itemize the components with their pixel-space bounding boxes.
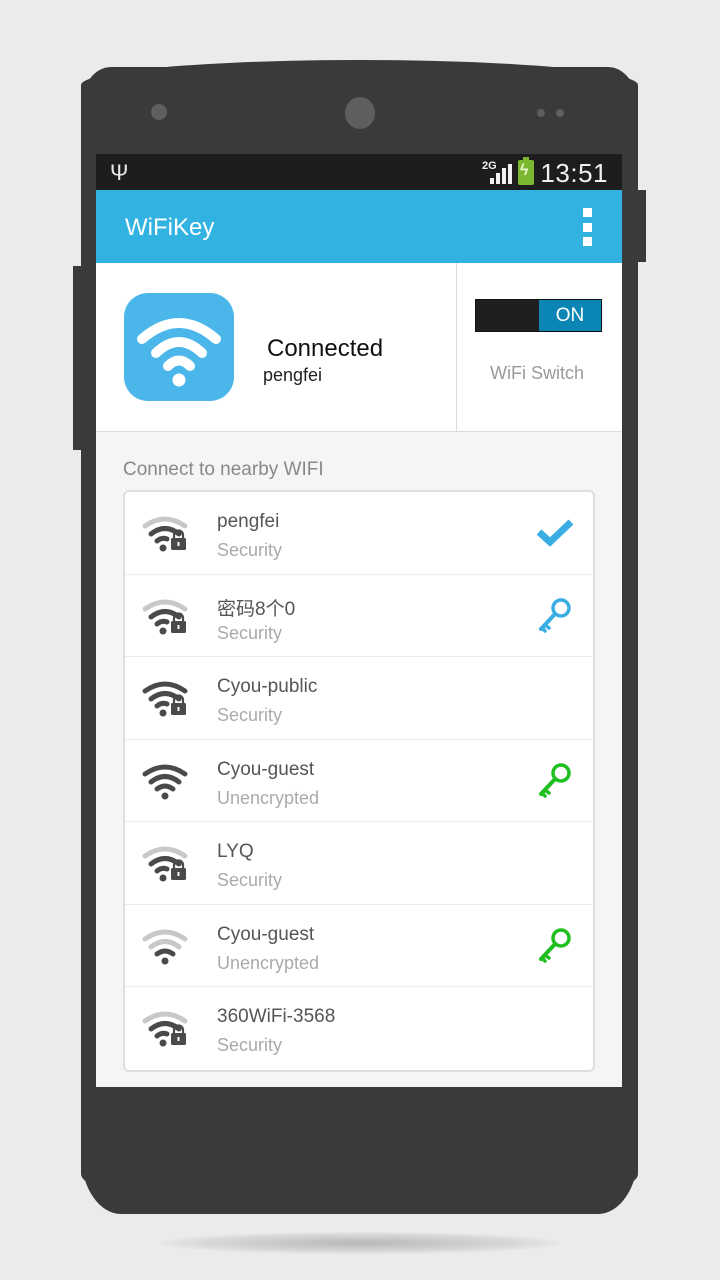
key-icon[interactable] (535, 760, 575, 800)
sensor-dot (537, 109, 545, 117)
network-security: Unencrypted (217, 952, 320, 973)
network-ssid: Cyou-guest (217, 758, 315, 780)
app-bar: WiFiKey (96, 190, 622, 263)
key-icon[interactable] (535, 595, 575, 635)
network-security: Security (217, 540, 283, 560)
wifi-signal-icon (141, 927, 191, 972)
wifi-locked-signal-icon (141, 679, 191, 724)
device-shadow (160, 1232, 560, 1254)
wifi-switch-toggle[interactable]: ON (475, 299, 602, 332)
wifi-signal-icon (141, 762, 191, 807)
usb-icon: Ψ (110, 160, 129, 185)
network-security: Unencrypted (217, 787, 320, 808)
screen: Ψ 2G ϟ 13:51 WiFiKey Connected pengfei O… (96, 154, 622, 1087)
overflow-menu-icon[interactable] (580, 208, 594, 246)
network-list-item[interactable]: LYQ Security (125, 822, 593, 905)
battery-charging-icon: ϟ (518, 157, 534, 185)
app-title: WiFiKey (125, 214, 215, 241)
network-security: Security (217, 622, 283, 643)
network-list-item[interactable]: pengfei Security (125, 492, 593, 575)
wifi-locked-signal-icon (141, 844, 191, 889)
network-list-item[interactable]: 360WiFi-3568 Security (125, 987, 593, 1070)
front-camera (345, 97, 375, 129)
network-security: Security (217, 870, 283, 890)
network-ssid: Cyou-public (217, 676, 318, 697)
status-bar: Ψ 2G ϟ 13:51 (96, 154, 622, 190)
wifi-locked-signal-icon (141, 597, 191, 642)
network-ssid: pengfei (217, 511, 280, 532)
network-ssid: Cyou-guest (217, 923, 315, 945)
wifi-locked-signal-icon (141, 1009, 191, 1054)
network-security: Security (217, 705, 283, 725)
network-list-item[interactable]: Cyou-public Security (125, 657, 593, 740)
divider (456, 263, 457, 432)
cell-signal-icon (488, 164, 512, 184)
network-list: pengfei Security 密码8个0 Security Cyou-public S… (123, 490, 595, 1072)
device-mockup: Ψ 2G ϟ 13:51 WiFiKey Connected pengfei O… (0, 0, 720, 1280)
connection-status: Connected (267, 335, 384, 362)
sensor-dot (556, 109, 564, 117)
network-ssid: 密码8个0 (217, 598, 296, 620)
wifi-locked-signal-icon (141, 514, 191, 559)
network-list-item[interactable]: Cyou-guest Unencrypted (125, 905, 593, 987)
network-security: Security (217, 1035, 283, 1055)
toggle-on-label: ON (539, 300, 601, 331)
connected-ssid: pengfei (263, 365, 323, 385)
connection-card: Connected pengfei ON WiFi Switch (96, 263, 622, 432)
network-list-item[interactable]: Cyou-guest Unencrypted (125, 740, 593, 822)
wifi-switch-label: WiFi Switch (490, 363, 584, 383)
section-title: Connect to nearby WIFI (123, 459, 324, 480)
network-list-item[interactable]: 密码8个0 Security (125, 575, 593, 657)
speaker-dot (151, 104, 167, 120)
network-ssid: LYQ (217, 841, 254, 862)
connected-check-icon[interactable] (535, 512, 575, 552)
key-icon[interactable] (535, 925, 575, 965)
network-ssid: 360WiFi-3568 (217, 1006, 336, 1027)
clock: 13:51 (540, 158, 608, 188)
wifi-icon (124, 293, 234, 401)
